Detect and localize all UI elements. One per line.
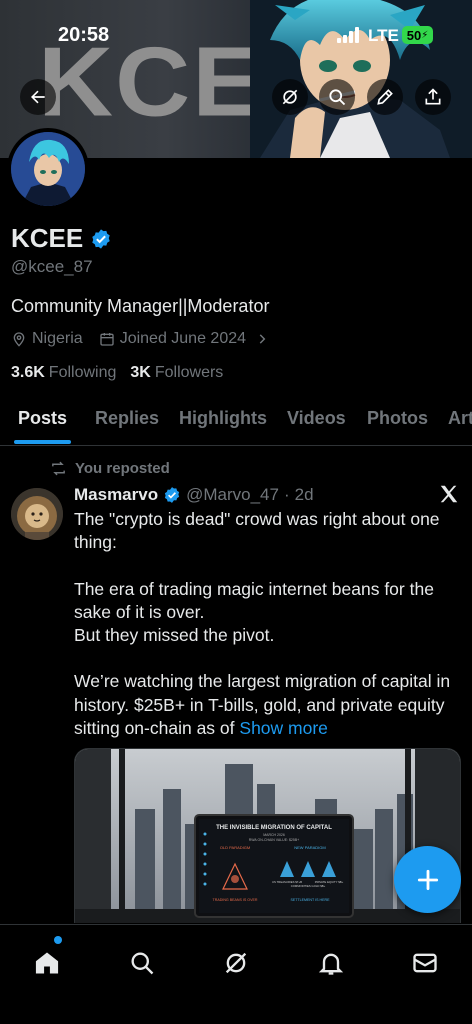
media-right-heading: NEW PARADIGM	[294, 845, 325, 850]
search-icon	[131, 952, 154, 975]
repost-indicator: You reposted	[50, 460, 170, 477]
x-logo-icon[interactable]	[438, 483, 460, 505]
post-paragraph: The "crypto is dead" crowd was right abo…	[74, 509, 440, 553]
edit-button[interactable]	[367, 79, 403, 115]
location: Nigeria	[11, 330, 83, 348]
nav-notifications[interactable]	[307, 939, 355, 987]
nav-search[interactable]	[118, 939, 166, 987]
profile-bio: Community Manager||Moderator	[11, 296, 270, 316]
tab-videos[interactable]: Videos	[287, 408, 346, 429]
tab-photos[interactable]: Photos	[367, 408, 428, 429]
nav-grok[interactable]	[212, 939, 260, 987]
bottom-navigation	[0, 924, 472, 1024]
active-tab-indicator	[14, 440, 71, 444]
tab-replies[interactable]: Replies	[95, 408, 159, 429]
battery-icon: 50 ⚡	[402, 26, 433, 44]
following-label: Following	[48, 364, 117, 381]
followers-link[interactable]: 3K Followers	[130, 364, 223, 382]
post-header: Masmarvo @Marvo_47 · 2d	[74, 485, 314, 505]
profile-meta: Nigeria Joined June 2024	[11, 330, 285, 348]
home-notification-dot	[54, 936, 62, 944]
chevron-right-icon	[259, 334, 266, 344]
post-body[interactable]: The "crypto is dead" crowd was right abo…	[74, 508, 460, 740]
verified-badge-icon[interactable]	[90, 228, 112, 250]
battery-level: 50	[406, 27, 422, 43]
mail-icon	[413, 953, 437, 973]
nav-messages[interactable]	[401, 939, 449, 987]
follow-stats: 3.6K Following 3K Followers	[11, 364, 223, 382]
media-left-footer: TRADING BEANS IS OVER	[213, 898, 258, 902]
tab-highlights[interactable]: Highlights	[179, 408, 267, 429]
followers-label: Followers	[154, 364, 224, 381]
arrow-left-icon	[31, 90, 45, 104]
bell-icon	[318, 953, 344, 975]
search-icon	[329, 89, 346, 106]
signal-icon	[337, 27, 359, 43]
plus-icon	[417, 869, 438, 890]
pencil-icon	[377, 89, 393, 105]
search-button[interactable]	[319, 79, 355, 115]
repost-label: You reposted	[75, 460, 170, 477]
following-count: 3.6K	[11, 364, 45, 381]
compose-button[interactable]	[394, 846, 461, 913]
profile-avatar[interactable]	[7, 128, 89, 210]
show-more-link[interactable]: Show more	[239, 718, 328, 738]
grok-icon	[225, 952, 247, 974]
post-author-name[interactable]: Masmarvo	[74, 485, 158, 505]
media-right-footer: SETTLEMENT IS HERE	[290, 898, 330, 902]
verified-badge-icon	[164, 487, 180, 503]
calendar-icon	[100, 333, 114, 346]
join-date[interactable]: Joined June 2024	[99, 330, 269, 348]
back-button[interactable]	[20, 79, 56, 115]
share-button[interactable]	[415, 79, 451, 115]
grok-icon	[282, 89, 298, 105]
tab-posts[interactable]: Posts	[18, 408, 67, 429]
post-author-avatar[interactable]	[11, 488, 63, 540]
post-paragraph: The era of trading magic internet beans …	[74, 578, 434, 645]
profile-handle: @kcee_87	[11, 257, 93, 276]
join-date-text: Joined June 2024	[119, 330, 247, 347]
media-right-item: COMMODITIES GOLD $B+	[291, 884, 326, 888]
media-title: THE INVISIBLE MIGRATION OF CAPITAL	[216, 825, 332, 831]
share-icon	[425, 88, 441, 105]
media-right-item: PRIVATE EQUITY $B+	[315, 880, 344, 884]
grok-button[interactable]	[272, 79, 308, 115]
status-time: 20:58	[58, 24, 110, 46]
media-left-heading: OLD PARADIGM	[220, 845, 250, 850]
lion-avatar-image	[11, 488, 63, 540]
profile-name: KCEE	[11, 223, 84, 253]
post-time: 2d	[294, 485, 314, 504]
location-pin-icon	[13, 332, 25, 347]
home-icon	[35, 952, 59, 974]
followers-count: 3K	[130, 364, 151, 381]
status-bar: 20:58 LTE 50 ⚡	[0, 22, 472, 48]
tab-articles[interactable]: Articles	[448, 408, 472, 429]
network-label: LTE	[368, 26, 399, 45]
repost-icon	[52, 461, 65, 476]
profile-tabs: Posts Replies Highlights Videos Photos A…	[0, 396, 472, 446]
media-subtitle-1: MARCH 2026	[263, 833, 285, 837]
location-text: Nigeria	[32, 330, 83, 347]
post-paragraph: We’re watching the largest migration of …	[74, 670, 460, 740]
profile-name-row: KCEE	[11, 223, 112, 254]
post-separator: ·	[283, 485, 290, 504]
following-link[interactable]: 3.6K Following	[11, 364, 116, 382]
avatar-image	[11, 132, 85, 206]
nav-home[interactable]	[23, 939, 71, 987]
post-author-handle[interactable]: @Marvo_47	[186, 485, 279, 505]
media-subtitle-2: RWA ON-CHAIN VALUE: $25B+	[249, 838, 299, 842]
